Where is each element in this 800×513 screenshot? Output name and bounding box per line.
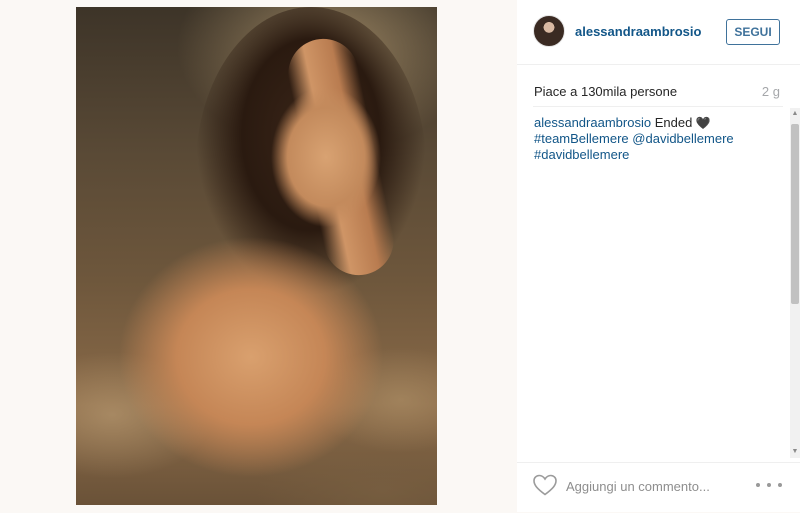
scrollbar-thumb[interactable] [791,124,799,304]
caption-mention[interactable]: @davidbellemere [632,131,733,146]
more-options-icon[interactable] [756,475,782,495]
header-username[interactable]: alessandraambrosio [575,24,701,39]
photo-face [271,87,381,227]
post-footer [517,462,800,513]
caption-username[interactable]: alessandraambrosio [534,115,651,130]
post-header: alessandraambrosio SEGUI [517,0,800,65]
comments-scrollbar[interactable]: ▲ ▼ [790,108,800,458]
black-heart-emoji: 🖤 [695,116,711,130]
post-photo[interactable] [76,7,437,505]
comment-input[interactable] [566,476,736,496]
post-time-ago[interactable]: 2 g [762,84,780,99]
caption-tag[interactable]: #davidbellemere [534,147,629,162]
caption-text: Ended [654,115,693,130]
avatar[interactable] [533,15,565,47]
scroll-down-arrow-icon[interactable]: ▼ [791,448,799,456]
post-details-panel: alessandraambrosio SEGUI Piace a 130mila… [517,0,800,512]
scroll-up-arrow-icon[interactable]: ▲ [791,110,799,118]
follow-button[interactable]: SEGUI [726,19,780,45]
caption-tag[interactable]: #teamBellemere [534,131,629,146]
divider [533,106,783,107]
post-caption: alessandraambrosio Ended 🖤 #teamBellemer… [534,115,784,163]
likes-count[interactable]: Piace a 130mila persone [534,84,677,99]
heart-outline-icon[interactable] [532,473,558,497]
